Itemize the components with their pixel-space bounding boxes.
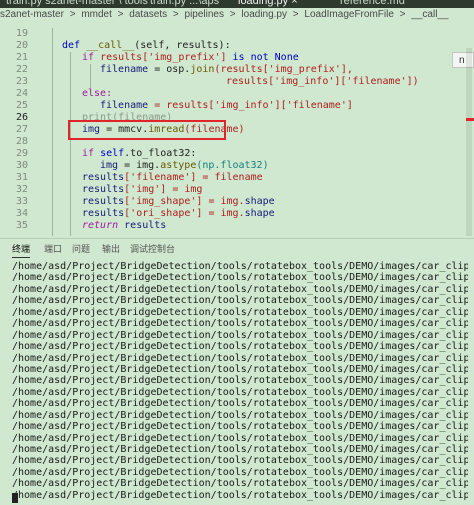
line-number: 20 <box>15 40 28 51</box>
line-number: 32 <box>15 184 28 195</box>
terminal-output[interactable]: /home/asd/Project/BridgeDetection/tools/… <box>12 261 468 501</box>
terminal-line: /home/asd/Project/BridgeDetection/tools/… <box>12 352 468 364</box>
terminal-line: /home/asd/Project/BridgeDetection/tools/… <box>12 432 468 444</box>
panel-tabs: 终端 端口 问题 输出 调试控制台 <box>0 239 474 258</box>
terminal-line: /home/asd/Project/BridgeDetection/tools/… <box>12 478 468 490</box>
chevron-right-icon: > <box>399 9 406 20</box>
scroll-marker <box>466 118 474 121</box>
tab-train-py-2[interactable]: train.py ...\aps <box>150 0 219 8</box>
terminal-line: /home/asd/Project/BridgeDetection/tools/… <box>12 306 468 318</box>
tab-output[interactable]: 输出 <box>102 242 120 255</box>
line-number: 34 <box>15 208 28 219</box>
highlight-box <box>68 120 226 140</box>
tab-debug-console[interactable]: 调试控制台 <box>130 242 175 255</box>
code-line-23: results['img_info']['filename']) <box>226 76 419 87</box>
code-line-24: else: <box>82 88 113 99</box>
line-number: 33 <box>15 196 28 207</box>
code-line-29: if self.to_float32: <box>82 148 197 159</box>
chevron-right-icon: > <box>292 9 299 20</box>
terminal-line: /home/asd/Project/BridgeDetection/tools/… <box>12 421 468 433</box>
line-number: 26 <box>15 112 28 123</box>
tab-terminal[interactable]: 终端 <box>12 242 31 258</box>
tab-bar: train.py s2anet-master \ tools train.py … <box>0 0 474 8</box>
code-line-20: def __call__(self, results): <box>62 40 231 51</box>
line-number: 35 <box>15 220 28 231</box>
chevron-right-icon: > <box>229 9 236 20</box>
tab-loading-py[interactable]: loading.py × <box>238 0 298 8</box>
terminal-line: /home/asd/Project/BridgeDetection/tools/… <box>12 398 468 410</box>
line-number: 28 <box>15 136 28 147</box>
line-number: 27 <box>15 124 28 135</box>
terminal-line: /home/asd/Project/BridgeDetection/tools/… <box>12 444 468 455</box>
code-line-34: results['ori_shape'] = img.shape <box>82 208 275 219</box>
editor-scrollbar[interactable] <box>466 48 472 236</box>
terminal-line: /home/asd/Project/BridgeDetection/tools/… <box>12 386 468 398</box>
terminal-line: /home/asd/Project/BridgeDetection/tools/… <box>12 363 468 375</box>
terminal-line: /home/asd/Project/BridgeDetection/tools/… <box>12 466 468 478</box>
breadcrumb-item[interactable]: s2anet-master <box>0 9 64 20</box>
terminal-cursor <box>12 493 18 503</box>
line-number: 19 <box>15 28 28 39</box>
breadcrumb-item[interactable]: datasets <box>129 9 167 20</box>
breadcrumb: s2anet-master > mmdet > datasets > pipel… <box>0 8 474 22</box>
line-number: 29 <box>15 148 28 159</box>
code-line-33: results['img_shape'] = img.shape <box>82 196 275 207</box>
code-editor[interactable]: 19 20 21 22 23 24 25 26 27 28 29 30 31 3… <box>0 22 474 236</box>
breadcrumb-item[interactable]: __call__ <box>411 9 448 20</box>
terminal-line: /home/asd/Project/BridgeDetection/tools/… <box>12 318 468 330</box>
code-line-35: return results <box>82 220 167 231</box>
code-line-32: results['img'] = img <box>82 184 203 195</box>
terminal-line: /home/asd/Project/BridgeDetection/tools/… <box>12 283 468 295</box>
code-line-30: img = img.astype(np.float32) <box>100 160 269 171</box>
bottom-panel: 终端 端口 问题 输出 调试控制台 /home/asd/Project/Brid… <box>0 238 474 505</box>
indent-guide <box>90 64 91 88</box>
code-line-31: results['filename'] = filename <box>82 172 263 183</box>
line-number: 23 <box>15 76 28 87</box>
tab-problems[interactable]: 问题 <box>72 242 90 255</box>
line-number: 24 <box>15 88 28 99</box>
line-number: 21 <box>15 52 28 63</box>
tab-train-py[interactable]: train.py s2anet-master \ tools <box>6 0 148 8</box>
tab-ports[interactable]: 端口 <box>44 242 62 255</box>
terminal-line: /home/asd/Project/BridgeDetection/tools/… <box>12 329 468 341</box>
terminal-line: /home/asd/Project/BridgeDetection/tools/… <box>12 341 468 353</box>
terminal-line: /home/asd/Project/BridgeDetection/tools/… <box>12 295 468 307</box>
code-line-25: filename = results['img_info']['filename… <box>100 100 353 111</box>
terminal-line: /home/asd/Project/BridgeDetection/tools/… <box>12 261 468 272</box>
line-number: 25 <box>15 100 28 111</box>
code-line-22: filename = osp.join(results['img_prefix'… <box>100 64 353 75</box>
terminal-line: /home/asd/Project/BridgeDetection/tools/… <box>12 409 468 421</box>
chevron-right-icon: > <box>172 9 179 20</box>
chevron-right-icon: > <box>117 9 124 20</box>
breadcrumb-item[interactable]: loading.py <box>241 9 287 20</box>
terminal-line: /home/asd/Project/BridgeDetection/tools/… <box>12 272 468 284</box>
indent-guide <box>52 28 53 236</box>
tab-reference-md[interactable]: reference.md <box>340 0 405 8</box>
breadcrumb-item[interactable]: mmdet <box>81 9 112 20</box>
breadcrumb-item[interactable]: LoadImageFromFile <box>304 9 393 20</box>
terminal-line: /home/asd/Project/BridgeDetection/tools/… <box>12 489 468 501</box>
line-number: 31 <box>15 172 28 183</box>
breadcrumb-item[interactable]: pipelines <box>185 9 224 20</box>
line-number: 30 <box>15 160 28 171</box>
line-number: 22 <box>15 64 28 75</box>
indent-guide <box>70 52 71 236</box>
terminal-line: /home/asd/Project/BridgeDetection/tools/… <box>12 375 468 387</box>
chevron-right-icon: > <box>69 9 76 20</box>
code-line-21: if results['img_prefix'] is not None <box>82 52 299 63</box>
terminal-line: /home/asd/Project/BridgeDetection/tools/… <box>12 455 468 467</box>
